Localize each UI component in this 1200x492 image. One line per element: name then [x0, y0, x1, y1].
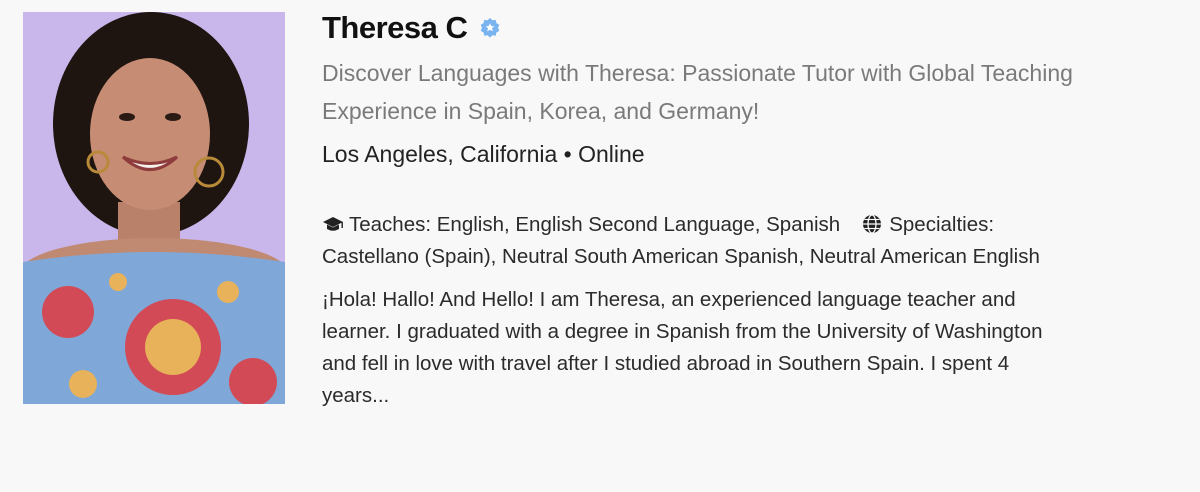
tutor-photo-image	[23, 12, 285, 404]
tutor-card[interactable]: Theresa C Discover Languages with Theres…	[0, 0, 1200, 492]
tutor-headline: Discover Languages with Theresa: Passion…	[322, 60, 1073, 124]
tutor-photo[interactable]	[23, 12, 285, 404]
globe-icon	[862, 212, 884, 234]
graduation-cap-icon	[322, 212, 344, 232]
tutor-subjects: Teaches: English, English Second Languag…	[322, 209, 1082, 273]
tutor-name[interactable]: Theresa C	[322, 10, 468, 46]
tutor-location: Los Angeles, California • Online	[322, 141, 645, 167]
verified-badge-icon	[479, 17, 501, 39]
tutor-info: Theresa C Discover Languages with Theres…	[322, 8, 1182, 412]
teaches-text: Teaches: English, English Second Languag…	[349, 213, 841, 236]
name-row: Theresa C	[322, 8, 1182, 48]
tutor-bio: ¡Hola! Hallo! And Hello! I am Theresa, a…	[322, 288, 1043, 407]
